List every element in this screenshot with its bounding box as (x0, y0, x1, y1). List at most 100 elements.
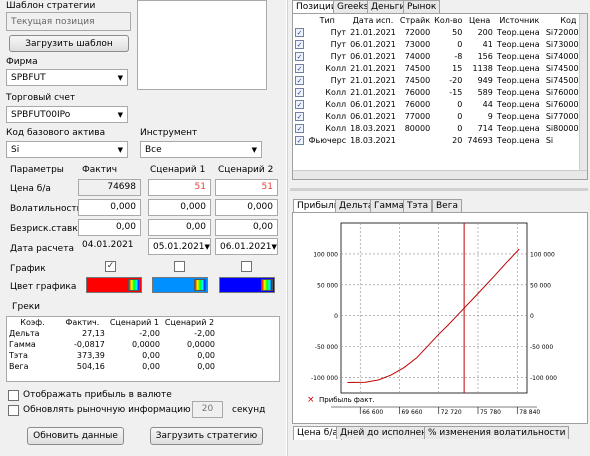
row-checkbox[interactable]: ✓ (293, 62, 306, 74)
price-s2-field[interactable]: 51 (215, 179, 278, 196)
table-row[interactable]: ✓ Колл 18.03.2021 80000 0 714 Теор.цена Si80000… (293, 122, 587, 134)
position-cell: 9 (487, 111, 493, 121)
checkbox-checked-icon[interactable]: ✓ (295, 63, 304, 73)
row-checkbox[interactable]: ✓ (293, 134, 306, 146)
refresh-interval-field[interactable]: 20 (192, 401, 223, 418)
table-row[interactable]: ✓ Пут 21.01.2021 74500 -20 949 Теор.цена Si7450… (293, 74, 587, 86)
load-template-button[interactable]: Загрузить шаблон (9, 35, 129, 52)
table-row[interactable]: ✓ Колл 21.01.2021 76000 -15 589 Теор.цена Si760… (293, 86, 587, 98)
tab-vol-change[interactable]: % изменения волатильности (424, 426, 570, 439)
account-value: SPBFUT00IPo (11, 109, 71, 120)
table-row[interactable]: ✓ Пут 06.01.2021 74000 -8 156 Теор.цена Si74000… (293, 50, 587, 62)
checkbox-checked-icon[interactable]: ✓ (295, 27, 304, 37)
position-cell: Колл (325, 63, 347, 73)
row-checkbox[interactable]: ✓ (293, 26, 306, 38)
greek-value: 0,0000 (131, 340, 160, 349)
position-cell: Теор.цена (496, 135, 540, 145)
legend-label: Прибыль факт. (319, 396, 375, 404)
row-checkbox[interactable]: ✓ (293, 74, 306, 86)
rate-s2-field[interactable]: 0,00 (215, 219, 278, 236)
position-header: Дата исп. (352, 15, 394, 25)
chart-s1-checkbox[interactable] (174, 261, 185, 272)
position-cell: 18.03.2021 (350, 135, 396, 145)
table-row[interactable]: ✓ Пут 21.01.2021 72000 50 200 Теор.цена Si72000… (293, 26, 587, 38)
load-strategy-button[interactable]: Загрузить стратегию (150, 427, 263, 445)
tab-market[interactable]: Рынок (403, 0, 441, 13)
price-fact-field: 74698 (78, 179, 141, 196)
position-cell: 74693 (467, 135, 493, 145)
checkbox-checked-icon[interactable]: ✓ (295, 123, 304, 133)
table-row[interactable]: ✓ Колл 06.01.2021 76000 0 44 Теор.цена Si76000B… (293, 98, 587, 110)
rate-label: Безриск.ставка (10, 224, 84, 234)
date-s1-picker[interactable]: 05.01.2021 ▼ (148, 238, 211, 255)
chart-fact-checkbox[interactable]: ✓ (105, 261, 116, 272)
position-cell: 72000 (404, 27, 431, 37)
price-label: Цена б/а (10, 184, 51, 194)
position-cell: Колл (325, 87, 347, 97)
refresh-data-button[interactable]: Обновить данные (27, 427, 124, 445)
vol-fact-field[interactable]: 0,000 (78, 199, 141, 216)
row-checkbox[interactable]: ✓ (293, 86, 306, 98)
checkbox-checked-icon[interactable]: ✓ (295, 111, 304, 121)
account-select[interactable]: SPBFUT00IPo ▼ (6, 106, 128, 123)
palette-icon[interactable] (194, 279, 206, 291)
position-cell: 0 (457, 99, 463, 109)
greeks-table: Коэф. Фактич. Сценарий 1 Сценарий 2 Дель… (7, 317, 217, 372)
instrument-select[interactable]: Все ▼ (140, 141, 262, 158)
date-s2-picker[interactable]: 06.01.2021 ▼ (215, 238, 278, 255)
tab-underlying-price[interactable]: Цена б/а (293, 426, 342, 440)
checkbox-checked-icon[interactable]: ✓ (295, 75, 304, 85)
palette-icon[interactable] (261, 279, 273, 291)
palette-icon[interactable] (128, 279, 140, 291)
position-cell: -20 (449, 75, 463, 85)
table-row[interactable]: ✓ Колл 06.01.2021 77000 0 9 Теор.цена Si77000BA (293, 110, 587, 122)
row-checkbox[interactable]: ✓ (293, 50, 306, 62)
table-row[interactable]: ✓ Колл 21.01.2021 74500 15 1138 Теор.цена Si745… (293, 62, 587, 74)
template-input[interactable]: Текущая позиция (6, 12, 131, 31)
instrument-label: Инструмент (140, 128, 198, 138)
row-checkbox[interactable]: ✓ (293, 122, 306, 134)
greek-name: Тэта (9, 351, 28, 360)
checkbox-checked-icon[interactable]: ✓ (295, 99, 304, 109)
base-asset-select[interactable]: Si ▼ (6, 141, 128, 158)
tab-theta[interactable]: Тэта (403, 199, 433, 212)
checkbox-checked-icon[interactable]: ✓ (295, 135, 304, 145)
chart-s2-checkbox[interactable] (241, 261, 252, 272)
vol-s2-field[interactable]: 0,000 (215, 199, 278, 216)
row-checkbox[interactable]: ✓ (293, 38, 306, 50)
position-header: Цена (468, 15, 491, 25)
row-checkbox[interactable]: ✓ (293, 110, 306, 122)
scenario1-header: Сценарий 1 (150, 165, 206, 175)
legend-marker: × (307, 395, 315, 405)
show-profit-currency-checkbox[interactable] (8, 390, 19, 401)
checkbox-checked-icon[interactable]: ✓ (295, 39, 304, 49)
checkbox-checked-icon[interactable]: ✓ (295, 87, 304, 97)
panel-splitter[interactable] (290, 188, 588, 191)
price-s1-field[interactable]: 51 (148, 179, 211, 196)
y-tick-label-right: 100 000 (530, 251, 555, 258)
rate-s1-field[interactable]: 0,00 (148, 219, 211, 236)
positions-vscrollbar[interactable] (579, 14, 587, 170)
y-tick-label-left: 100 000 (313, 251, 338, 258)
position-cell: -15 (449, 87, 463, 97)
tab-vega[interactable]: Вега (432, 199, 462, 212)
firm-select[interactable]: SPBFUT ▼ (6, 69, 128, 86)
position-cell: 589 (477, 87, 493, 97)
checkbox-checked-icon[interactable]: ✓ (295, 51, 304, 61)
table-row[interactable]: ✓ Фьючерс 18.03.2021 20 74693 Теор.цена Si (293, 134, 587, 146)
position-cell: 06.01.2021 (350, 51, 396, 61)
row-checkbox[interactable]: ✓ (293, 98, 306, 110)
position-header: Тип (319, 15, 335, 25)
position-cell: Теор.цена (496, 39, 540, 49)
greek-value: 27,13 (81, 329, 105, 338)
rate-fact-field[interactable]: 0,00 (78, 219, 141, 236)
greeks-header: Фактич. (65, 318, 100, 327)
refresh-checkbox[interactable] (8, 405, 19, 416)
table-row[interactable]: ✓ Пут 06.01.2021 73000 0 41 Теор.цена Si73000BM (293, 38, 587, 50)
vol-s1-field[interactable]: 0,000 (148, 199, 211, 216)
splitter[interactable] (286, 0, 288, 456)
positions-hscrollbar[interactable] (293, 170, 587, 179)
position-cell: Теор.цена (496, 123, 540, 133)
position-cell: 18.03.2021 (350, 123, 396, 133)
x-tick-label: 78 840 (519, 409, 540, 416)
